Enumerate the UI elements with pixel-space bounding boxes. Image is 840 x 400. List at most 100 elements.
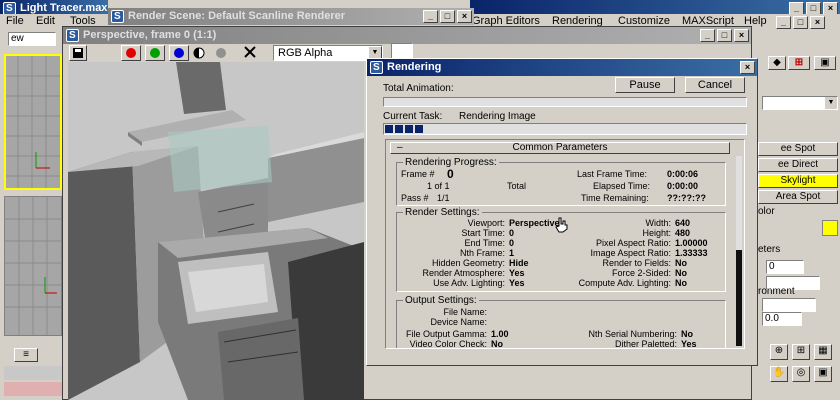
mono-button[interactable]	[215, 45, 231, 61]
right-setting-value: No	[675, 258, 687, 268]
rendering-close-button[interactable]: ×	[740, 61, 755, 74]
environment-field[interactable]	[762, 298, 816, 312]
parameter-spinner[interactable]: 0	[766, 260, 804, 274]
rendering-icon	[370, 59, 383, 76]
right-setting-row: Image Aspect Ratio: 1.33333	[547, 248, 707, 258]
frame-minimize-button[interactable]: _	[700, 29, 715, 42]
red-channel-button[interactable]	[121, 45, 141, 61]
left-setting-label: Start Time:	[461, 228, 505, 238]
right-setting-value: 640	[675, 218, 691, 228]
object-type-ee-spot[interactable]: ee Spot	[758, 142, 838, 156]
cancel-button[interactable]: Cancel	[685, 77, 745, 93]
left-name-field-value: ew	[11, 33, 24, 44]
rollout-color-label: olor	[758, 206, 840, 220]
doc-restore-button[interactable]: □	[793, 16, 808, 29]
serial-value: No	[681, 329, 693, 339]
left-setting-row: Nth Frame: 1	[401, 248, 514, 258]
object-type-area-spot[interactable]: Area Spot	[758, 190, 838, 204]
red-channel-icon	[126, 48, 136, 58]
render-scene-maximize-button[interactable]: □	[440, 10, 455, 23]
render-scene-close-button[interactable]: ×	[457, 10, 472, 23]
nav-zoom-extents-button[interactable]: ▦	[814, 344, 832, 360]
parameters-scrollbar-thumb[interactable]	[736, 250, 742, 346]
render-scene-title: Render Scene: Default Scanline Renderer	[128, 10, 346, 22]
right-setting-label: Force 2-Sided:	[611, 268, 671, 278]
left-setting-label: End Time:	[464, 238, 505, 248]
current-task-value: Rendering Image	[459, 111, 536, 122]
total-label: Total	[507, 181, 527, 191]
common-parameters-rollout[interactable]: – Common Parameters	[390, 142, 730, 154]
left-setting-value: Hide	[509, 258, 529, 268]
render-scene-title-bar: Render Scene: Default Scanline Renderer …	[108, 8, 474, 25]
left-setting-row: Use Adv. Lighting: Yes	[401, 278, 525, 288]
color-field[interactable]	[766, 222, 820, 236]
command-panel-dropdown[interactable]: ▼	[762, 96, 838, 110]
frame-label: Frame #	[401, 169, 435, 179]
output-settings-group: Output Settings: File Name: Device Name:…	[396, 295, 726, 349]
right-setting-label: Compute Adv. Lighting:	[578, 278, 671, 288]
menu-edit[interactable]: Edit	[36, 15, 55, 27]
object-type-ee-direct[interactable]: ee Direct	[758, 158, 838, 172]
time-remaining-label: Time Remaining:	[581, 193, 649, 203]
color-swatch-yellow[interactable]	[822, 220, 838, 236]
doc-minimize-button[interactable]: _	[776, 16, 791, 29]
video-check-value: No	[491, 339, 503, 349]
left-setting-value: 0	[509, 228, 515, 238]
main-window-title: Light Tracer.max	[20, 2, 108, 14]
doc-close-button[interactable]: ×	[810, 16, 825, 29]
command-panel-render-tab[interactable]: ⊞	[788, 56, 810, 70]
frame-window-title: Perspective, frame 0 (1:1)	[83, 29, 217, 41]
rendering-title-bar: Rendering ×	[367, 59, 757, 76]
left-setting-value: Yes	[509, 268, 525, 278]
right-setting-label: Render to Fields:	[602, 258, 671, 268]
environment-spinner[interactable]: 0.0	[762, 312, 802, 326]
render-settings-label: Render Settings:	[403, 207, 482, 218]
frame-close-button[interactable]: ×	[734, 29, 749, 42]
frame-maximize-button[interactable]: □	[717, 29, 732, 42]
right-setting-value: No	[675, 268, 687, 278]
left-setting-label: Viewport:	[467, 218, 505, 228]
render-scene-minimize-button[interactable]: _	[423, 10, 438, 23]
left-status-red-field	[4, 382, 62, 396]
right-setting-value: No	[675, 278, 687, 288]
left-setting-row: Start Time: 0	[401, 228, 514, 238]
alpha-channel-button[interactable]	[193, 45, 209, 61]
current-task-label: Current Task:	[383, 111, 443, 122]
right-setting-row: Force 2-Sided: No	[547, 268, 687, 278]
object-type-skylight[interactable]: Skylight	[758, 174, 838, 188]
frame-value: 0	[447, 167, 454, 181]
parameters-scroll-area: – Common Parameters Rendering Progress: …	[385, 139, 745, 349]
command-panel-create-tab[interactable]: ◆	[768, 56, 786, 70]
nav-orbit-button[interactable]: ◎	[792, 366, 810, 382]
nav-zoom-button[interactable]: ⊕	[770, 344, 788, 360]
elapsed-time-value: 0:00:00	[667, 181, 699, 191]
clear-button[interactable]	[243, 45, 261, 61]
left-setting-row: End Time: 0	[401, 238, 514, 248]
nav-zoom-all-button[interactable]: ⊞	[792, 344, 810, 360]
left-name-field[interactable]: ew	[8, 32, 56, 46]
left-toolbar-button[interactable]: ≡	[14, 348, 38, 362]
device-name-label: Device Name:	[430, 317, 487, 327]
nav-pan-button[interactable]: ✋	[770, 366, 788, 382]
menu-file[interactable]: File	[6, 15, 24, 27]
parameter-spinner-value: 0	[769, 261, 775, 272]
last-frame-time-label: Last Frame Time:	[577, 169, 648, 179]
top-left-viewport[interactable]	[4, 54, 62, 190]
pause-button[interactable]: Pause	[615, 77, 675, 93]
bottom-left-viewport[interactable]	[4, 196, 62, 336]
blue-channel-button[interactable]	[169, 45, 189, 61]
right-setting-label: Pixel Aspect Ratio:	[595, 238, 671, 248]
left-setting-value: 0	[509, 238, 515, 248]
parameters-scrollbar[interactable]	[736, 156, 742, 346]
green-channel-button[interactable]	[145, 45, 165, 61]
elapsed-time-label: Elapsed Time:	[593, 181, 651, 191]
command-panel-extra-tab[interactable]: ▣	[814, 56, 836, 70]
rendering-progress-group: Rendering Progress: Frame # 0 1 of 1 Tot…	[396, 157, 726, 206]
mono-icon	[216, 48, 226, 58]
nav-maximize-button[interactable]: ▣	[814, 366, 832, 382]
pass-value: 1/1	[437, 193, 450, 203]
blue-channel-icon	[174, 48, 184, 58]
left-setting-value: Yes	[509, 278, 525, 288]
right-setting-value: 1.00000	[675, 238, 708, 248]
save-bitmap-button[interactable]	[69, 45, 87, 61]
